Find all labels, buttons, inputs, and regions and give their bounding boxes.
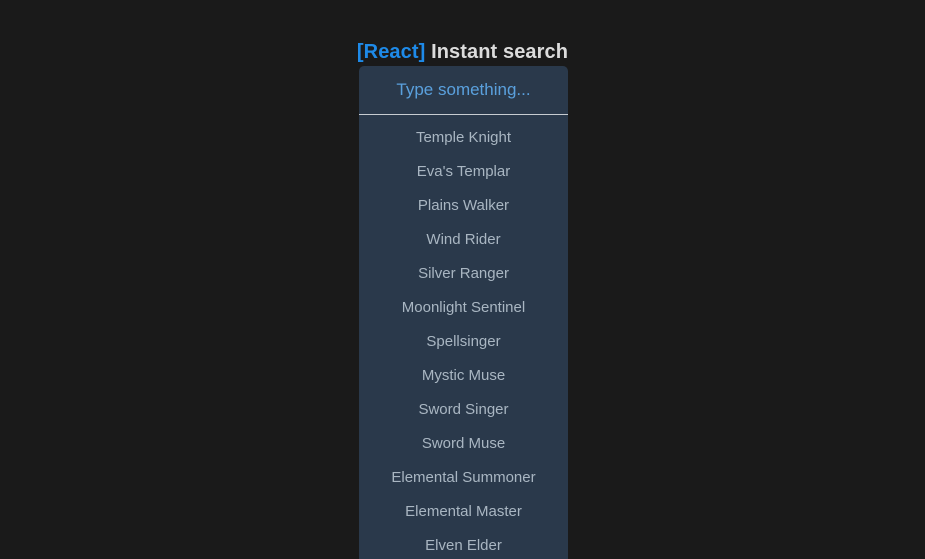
search-result-item[interactable]: Temple Knight <box>359 121 568 155</box>
page-title-framework-tag: [React] <box>356 41 426 64</box>
app-root: [React] Instant search Temple KnightEva'… <box>0 0 925 559</box>
instant-search-panel: Temple KnightEva's TemplarPlains WalkerW… <box>359 66 568 559</box>
page-title-text: Instant search <box>425 41 569 64</box>
search-result-item[interactable]: Moonlight Sentinel <box>359 291 568 325</box>
search-input-container <box>359 66 568 115</box>
page-title: [React] Instant search <box>0 39 925 65</box>
search-result-item[interactable]: Mystic Muse <box>359 359 568 393</box>
search-results-list: Temple Knight Eva's Templar Plains Walker W… <box>359 115 568 559</box>
search-result-item[interactable]: Sword Singer <box>359 393 568 427</box>
search-result-item[interactable]: Eva's Templar <box>359 155 568 189</box>
search-input[interactable] <box>359 66 568 114</box>
search-result-item[interactable]: Silver Ranger <box>359 257 568 291</box>
search-result-item[interactable]: Elemental Master <box>359 495 568 529</box>
search-result-item[interactable]: Elemental Summoner <box>359 461 568 495</box>
search-result-item[interactable]: Wind Rider <box>359 223 568 257</box>
search-result-item[interactable]: Spellsinger <box>359 325 568 359</box>
search-result-item[interactable]: Plains Walker <box>359 189 568 223</box>
search-result-item[interactable]: Sword Muse <box>359 427 568 461</box>
search-result-item[interactable]: Elven Elder <box>359 529 568 559</box>
